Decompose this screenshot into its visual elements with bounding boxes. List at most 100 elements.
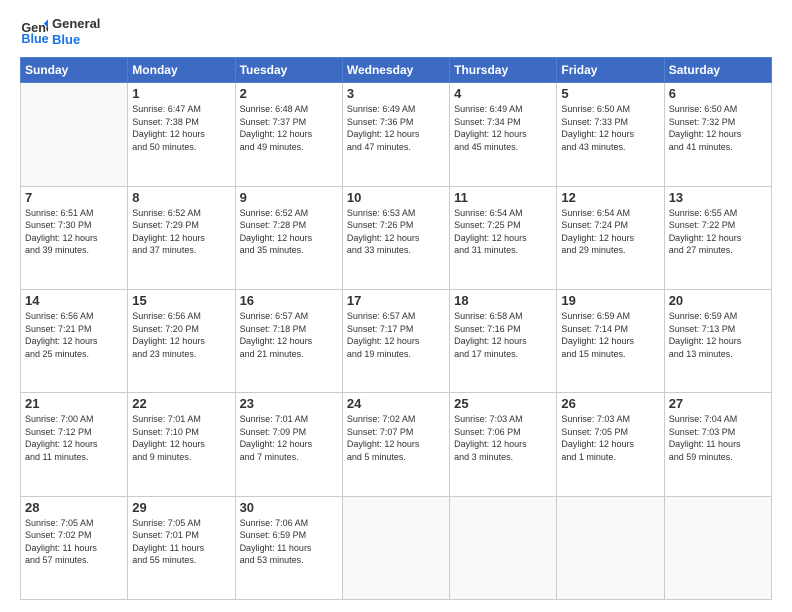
day-number: 26 — [561, 396, 659, 411]
calendar-cell — [342, 496, 449, 599]
day-info: Sunrise: 6:56 AM Sunset: 7:21 PM Dayligh… — [25, 310, 123, 360]
day-number: 15 — [132, 293, 230, 308]
calendar-cell: 26 Sunrise: 7:03 AM Sunset: 7:05 PM Dayli… — [557, 393, 664, 496]
day-info: Sunrise: 7:02 AM Sunset: 7:07 PM Dayligh… — [347, 413, 445, 463]
calendar-cell — [557, 496, 664, 599]
day-info: Sunrise: 7:05 AM Sunset: 7:01 PM Dayligh… — [132, 517, 230, 567]
day-number: 22 — [132, 396, 230, 411]
day-info: Sunrise: 7:01 AM Sunset: 7:09 PM Dayligh… — [240, 413, 338, 463]
day-info: Sunrise: 6:54 AM Sunset: 7:24 PM Dayligh… — [561, 207, 659, 257]
day-number: 29 — [132, 500, 230, 515]
day-info: Sunrise: 6:51 AM Sunset: 7:30 PM Dayligh… — [25, 207, 123, 257]
day-info: Sunrise: 6:57 AM Sunset: 7:17 PM Dayligh… — [347, 310, 445, 360]
calendar-cell: 12 Sunrise: 6:54 AM Sunset: 7:24 PM Dayli… — [557, 186, 664, 289]
calendar-cell: 16 Sunrise: 6:57 AM Sunset: 7:18 PM Dayli… — [235, 289, 342, 392]
calendar-cell: 18 Sunrise: 6:58 AM Sunset: 7:16 PM Dayli… — [450, 289, 557, 392]
svg-text:Blue: Blue — [21, 32, 48, 46]
day-info: Sunrise: 6:50 AM Sunset: 7:33 PM Dayligh… — [561, 103, 659, 153]
calendar-header-saturday: Saturday — [664, 58, 771, 83]
calendar-cell: 22 Sunrise: 7:01 AM Sunset: 7:10 PM Dayli… — [128, 393, 235, 496]
day-number: 25 — [454, 396, 552, 411]
header: General Blue General Blue — [20, 16, 772, 47]
day-number: 30 — [240, 500, 338, 515]
calendar-cell: 3Sunrise: 6:49 AM Sunset: 7:36 PM Daylig… — [342, 83, 449, 186]
calendar-cell: 28 Sunrise: 7:05 AM Sunset: 7:02 PM Dayli… — [21, 496, 128, 599]
calendar-cell: 13 Sunrise: 6:55 AM Sunset: 7:22 PM Dayli… — [664, 186, 771, 289]
calendar-cell: 21 Sunrise: 7:00 AM Sunset: 7:12 PM Dayli… — [21, 393, 128, 496]
calendar-cell: 10 Sunrise: 6:53 AM Sunset: 7:26 PM Dayli… — [342, 186, 449, 289]
day-info: Sunrise: 7:05 AM Sunset: 7:02 PM Dayligh… — [25, 517, 123, 567]
day-number: 24 — [347, 396, 445, 411]
day-number: 4 — [454, 86, 552, 101]
day-number: 7 — [25, 190, 123, 205]
calendar-week-2: 7 Sunrise: 6:51 AM Sunset: 7:30 PM Daylig… — [21, 186, 772, 289]
day-number: 8 — [132, 190, 230, 205]
calendar-cell — [664, 496, 771, 599]
calendar-cell: 9 Sunrise: 6:52 AM Sunset: 7:28 PM Daylig… — [235, 186, 342, 289]
calendar-week-3: 14 Sunrise: 6:56 AM Sunset: 7:21 PM Dayli… — [21, 289, 772, 392]
calendar-cell: 11 Sunrise: 6:54 AM Sunset: 7:25 PM Dayli… — [450, 186, 557, 289]
day-info: Sunrise: 7:06 AM Sunset: 6:59 PM Dayligh… — [240, 517, 338, 567]
calendar-header-sunday: Sunday — [21, 58, 128, 83]
calendar-cell: 17 Sunrise: 6:57 AM Sunset: 7:17 PM Dayli… — [342, 289, 449, 392]
day-info: Sunrise: 6:53 AM Sunset: 7:26 PM Dayligh… — [347, 207, 445, 257]
day-number: 12 — [561, 190, 659, 205]
calendar-cell: 7 Sunrise: 6:51 AM Sunset: 7:30 PM Daylig… — [21, 186, 128, 289]
day-info: Sunrise: 6:57 AM Sunset: 7:18 PM Dayligh… — [240, 310, 338, 360]
day-info: Sunrise: 7:00 AM Sunset: 7:12 PM Dayligh… — [25, 413, 123, 463]
day-number: 21 — [25, 396, 123, 411]
day-info: Sunrise: 6:48 AM Sunset: 7:37 PM Dayligh… — [240, 103, 338, 153]
calendar-cell: 20Sunrise: 6:59 AM Sunset: 7:13 PM Dayli… — [664, 289, 771, 392]
day-info: Sunrise: 6:58 AM Sunset: 7:16 PM Dayligh… — [454, 310, 552, 360]
calendar-week-5: 28 Sunrise: 7:05 AM Sunset: 7:02 PM Dayli… — [21, 496, 772, 599]
day-info: Sunrise: 6:49 AM Sunset: 7:36 PM Dayligh… — [347, 103, 445, 153]
day-number: 17 — [347, 293, 445, 308]
day-number: 2 — [240, 86, 338, 101]
day-number: 13 — [669, 190, 767, 205]
day-info: Sunrise: 6:55 AM Sunset: 7:22 PM Dayligh… — [669, 207, 767, 257]
calendar-header-wednesday: Wednesday — [342, 58, 449, 83]
calendar-cell: 5Sunrise: 6:50 AM Sunset: 7:33 PM Daylig… — [557, 83, 664, 186]
calendar-cell: 15 Sunrise: 6:56 AM Sunset: 7:20 PM Dayli… — [128, 289, 235, 392]
calendar-header-tuesday: Tuesday — [235, 58, 342, 83]
calendar-cell: 4Sunrise: 6:49 AM Sunset: 7:34 PM Daylig… — [450, 83, 557, 186]
logo-general: General — [52, 16, 100, 32]
day-number: 19 — [561, 293, 659, 308]
day-number: 20 — [669, 293, 767, 308]
day-number: 14 — [25, 293, 123, 308]
calendar-header-friday: Friday — [557, 58, 664, 83]
day-info: Sunrise: 7:03 AM Sunset: 7:06 PM Dayligh… — [454, 413, 552, 463]
logo-icon: General Blue — [20, 18, 48, 46]
day-number: 10 — [347, 190, 445, 205]
day-info: Sunrise: 6:56 AM Sunset: 7:20 PM Dayligh… — [132, 310, 230, 360]
calendar-cell: 6Sunrise: 6:50 AM Sunset: 7:32 PM Daylig… — [664, 83, 771, 186]
day-number: 11 — [454, 190, 552, 205]
calendar-header-row: SundayMondayTuesdayWednesdayThursdayFrid… — [21, 58, 772, 83]
day-number: 9 — [240, 190, 338, 205]
calendar-cell: 24 Sunrise: 7:02 AM Sunset: 7:07 PM Dayli… — [342, 393, 449, 496]
day-number: 28 — [25, 500, 123, 515]
logo-blue: Blue — [52, 32, 100, 48]
calendar-cell: 2 Sunrise: 6:48 AM Sunset: 7:37 PM Daylig… — [235, 83, 342, 186]
day-info: Sunrise: 6:52 AM Sunset: 7:29 PM Dayligh… — [132, 207, 230, 257]
day-info: Sunrise: 6:54 AM Sunset: 7:25 PM Dayligh… — [454, 207, 552, 257]
calendar-week-4: 21 Sunrise: 7:00 AM Sunset: 7:12 PM Dayli… — [21, 393, 772, 496]
calendar-cell: 19 Sunrise: 6:59 AM Sunset: 7:14 PM Dayli… — [557, 289, 664, 392]
calendar-cell — [21, 83, 128, 186]
page: General Blue General Blue SundayMondayTu… — [0, 0, 792, 612]
day-info: Sunrise: 6:50 AM Sunset: 7:32 PM Dayligh… — [669, 103, 767, 153]
day-number: 1 — [132, 86, 230, 101]
calendar-cell: 8 Sunrise: 6:52 AM Sunset: 7:29 PM Daylig… — [128, 186, 235, 289]
calendar-cell: 27Sunrise: 7:04 AM Sunset: 7:03 PM Dayli… — [664, 393, 771, 496]
day-info: Sunrise: 7:03 AM Sunset: 7:05 PM Dayligh… — [561, 413, 659, 463]
day-number: 18 — [454, 293, 552, 308]
logo: General Blue General Blue — [20, 16, 100, 47]
calendar-cell: 14 Sunrise: 6:56 AM Sunset: 7:21 PM Dayli… — [21, 289, 128, 392]
day-info: Sunrise: 7:01 AM Sunset: 7:10 PM Dayligh… — [132, 413, 230, 463]
calendar-cell — [450, 496, 557, 599]
calendar-cell: 23Sunrise: 7:01 AM Sunset: 7:09 PM Dayli… — [235, 393, 342, 496]
day-number: 16 — [240, 293, 338, 308]
day-info: Sunrise: 6:52 AM Sunset: 7:28 PM Dayligh… — [240, 207, 338, 257]
day-info: Sunrise: 6:59 AM Sunset: 7:14 PM Dayligh… — [561, 310, 659, 360]
calendar-header-thursday: Thursday — [450, 58, 557, 83]
